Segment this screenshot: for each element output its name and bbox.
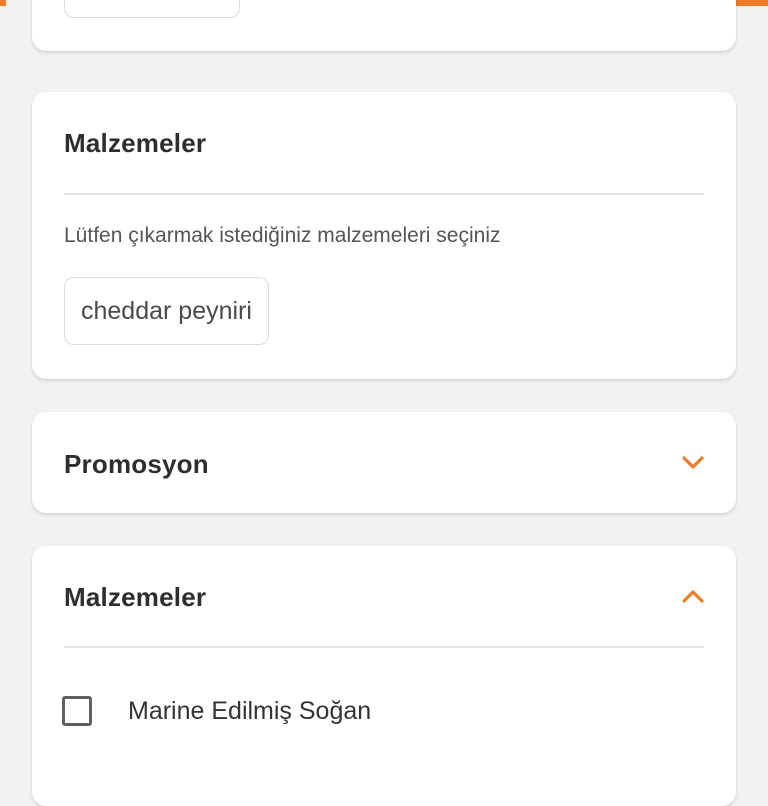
ingredient-chip-label: cheddar peyniri <box>81 296 252 325</box>
ingredient-checkbox[interactable] <box>62 696 92 726</box>
previous-option-card <box>32 0 736 51</box>
ingredients-list-title: Malzemeler <box>64 582 207 612</box>
previous-option-chip[interactable] <box>64 0 240 18</box>
accent-edge-left <box>0 0 6 6</box>
chevron-up-icon[interactable] <box>680 583 706 609</box>
ingredients-removal-divider <box>64 193 704 195</box>
ingredients-removal-title: Malzemeler <box>64 128 207 158</box>
ingredients-removal-card: Malzemeler Lütfen çıkarmak istediğiniz m… <box>32 92 736 379</box>
accent-edge-right <box>736 0 768 6</box>
chevron-down-icon[interactable] <box>680 449 706 475</box>
ingredients-list-divider <box>64 646 704 648</box>
promotion-title: Promosyon <box>64 449 209 479</box>
ingredient-chip-cheddar[interactable]: cheddar peyniri <box>64 277 269 345</box>
promotion-card[interactable]: Promosyon <box>32 412 736 513</box>
ingredient-option-label: Marine Edilmiş Soğan <box>128 696 372 725</box>
ingredient-option-row[interactable]: Marine Edilmiş Soğan <box>62 696 371 726</box>
ingredients-removal-instruction: Lütfen çıkarmak istediğiniz malzemeleri … <box>64 224 501 247</box>
ingredients-list-card: Malzemeler Marine Edilmiş Soğan <box>32 546 736 806</box>
